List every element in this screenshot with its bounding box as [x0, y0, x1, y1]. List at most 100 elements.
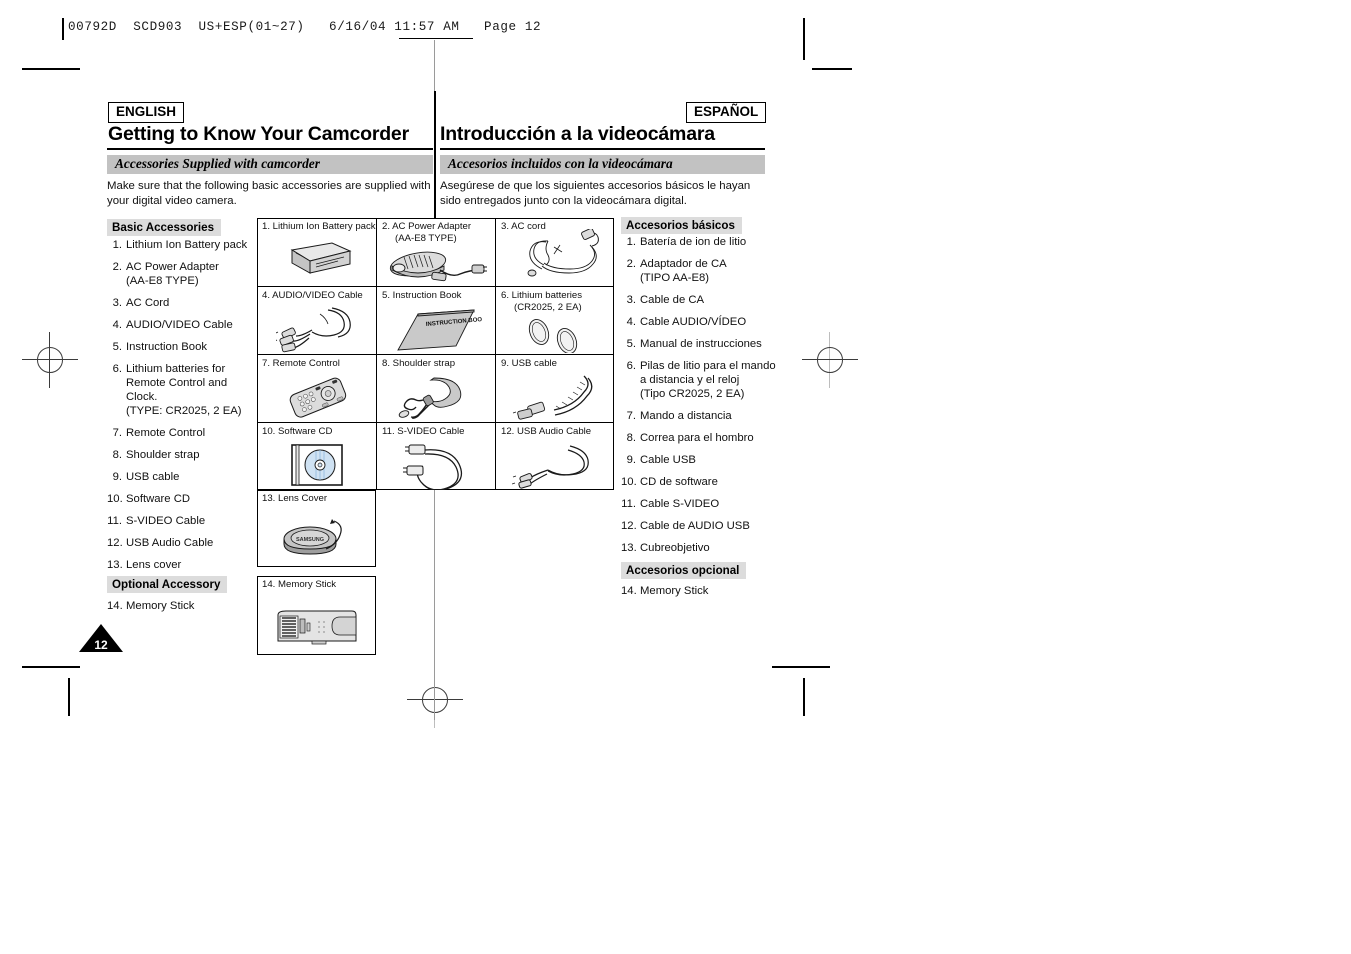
accessory-list-item: 1. Lithium Ion Battery pack [107, 238, 257, 252]
subhead-optional-accessory-english: Optional Accessory [107, 576, 228, 593]
ac-power-adapter-icon [377, 249, 495, 285]
coin-batteries-icon [496, 319, 614, 353]
grid-cell-remote-control: 7. Remote Control [257, 355, 376, 422]
accessory-item-number: 2. [626, 258, 636, 270]
accessory-item-sublabel: Remote Control and Clock. [126, 377, 228, 403]
accessory-list-item: 2. Adaptador de CA (TIPO AA-E8) [621, 257, 786, 285]
accessory-list-item: 12. Cable de AUDIO USB [621, 519, 786, 533]
usb-audio-cable-icon [496, 442, 614, 490]
grid-cell-coin-batteries: 6. Lithium batteries (CR2025, 2 EA) [496, 287, 614, 354]
accessory-list-item: 1. Batería de ion de litio [621, 235, 786, 249]
accessory-item-label: Adaptador de CA (TIPO AA-E8) [640, 257, 786, 285]
battery-pack-icon [257, 232, 376, 284]
accessory-item-number: 1. [112, 239, 122, 251]
grid-cell-instruction-book-caption: 5. Instruction Book [382, 290, 461, 302]
caption-line1: 5. Instruction Book [382, 290, 462, 301]
accessory-item-label: Cable de AUDIO USB [640, 520, 750, 532]
grid-cell-software-cd: 10. Software CD [257, 423, 376, 490]
accessory-item-label: Cable de CA [640, 294, 705, 306]
accessory-list-item: 8. Shoulder strap [107, 448, 257, 462]
accessory-item-label: USB cable [126, 471, 180, 483]
accessory-item-number: 14. [107, 600, 123, 612]
accessory-item-number: 1. [626, 236, 636, 248]
accessory-item-number: 8. [112, 449, 122, 461]
accessory-item-label: Lithium batteries for Remote Control and … [126, 362, 257, 418]
title-rule-english [107, 148, 433, 151]
accessory-list-item: 5. Manual de instrucciones [621, 337, 786, 351]
grid-cell-memory-stick: 14. Memory Stick [257, 576, 376, 655]
accessory-list-item: 7. Mando a distancia [621, 409, 786, 423]
accessory-list-item: 2. AC Power Adapter (AA-E8 TYPE) [107, 260, 257, 288]
accessory-list-item: 14. Memory Stick [621, 584, 786, 598]
accessory-item-label: USB Audio Cable [126, 537, 214, 549]
accessory-item-number: 7. [112, 427, 122, 439]
subhead-basic-accessories-spanish: Accesorios básicos [621, 217, 742, 234]
accessory-item-label: Mando a distancia [640, 410, 732, 422]
caption-line1: 7. Remote Control [262, 358, 340, 369]
grid-cell-battery-pack: 1. Lithium Ion Battery pack [257, 218, 376, 286]
grid-cell-usb-audio-cable: 12. USB Audio Cable [496, 423, 614, 490]
accessory-item-number: 14. [621, 585, 637, 597]
accessory-item-label: Cable S-VIDEO [640, 498, 720, 510]
accessory-item-number: 3. [626, 294, 636, 306]
accessory-item-label: Memory Stick [640, 585, 709, 597]
section-band-spanish: Accesorios incluidos con la videocámara [440, 155, 765, 174]
accessory-item-label: Batería de ion de litio [640, 236, 747, 248]
accessory-item-number: 8. [626, 432, 636, 444]
grid-cell-shoulder-strap: 8. Shoulder strap [377, 355, 495, 422]
optional-accessory-list-spanish: 14. Memory Stick [621, 584, 786, 606]
caption-line1: 14. Memory Stick [262, 579, 337, 590]
accessory-list-item: 10. Software CD [107, 492, 257, 506]
accessory-item-label: Pilas de litio para el mando a distancia … [640, 359, 786, 401]
accessory-item-number: 6. [112, 363, 122, 375]
grid-cell-av-cable-caption: 4. AUDIO/VIDEO Cable [262, 290, 363, 302]
accessory-list-item: 6. Pilas de litio para el mando a distanci… [621, 359, 786, 401]
caption-line1: 8. Shoulder strap [382, 358, 456, 369]
column-divider [434, 91, 436, 222]
accessory-item-sublabel: (TIPO AA-E8) [640, 272, 710, 284]
accessory-item-label: AC Cord [126, 297, 170, 309]
svideo-cable-icon [377, 440, 495, 490]
language-tag-english: ENGLISH [108, 102, 185, 124]
grid-cell-lens-cover: 13. Lens Cover SAMSUNG [257, 490, 376, 567]
accessory-item-number: 5. [112, 341, 122, 353]
ac-cord-icon [522, 229, 614, 285]
accessory-item-number: 9. [112, 471, 122, 483]
caption-line1: 12. USB Audio Cable [501, 426, 592, 437]
accessory-list-item: 14. Memory Stick [107, 599, 257, 613]
accessory-list-item: 9. USB cable [107, 470, 257, 484]
accessory-list-item: 4. Cable AUDIO/VÍDEO [621, 315, 786, 329]
accessory-item-label: AUDIO/VIDEO Cable [126, 319, 233, 331]
accessory-list-item: 13. Lens cover [107, 558, 257, 572]
caption-line1: 6. Lithium batteries [501, 290, 583, 301]
accessory-item-number: 12. [107, 537, 123, 549]
accessory-item-label: Cable AUDIO/VÍDEO [640, 316, 747, 328]
accessory-item-number: 2. [112, 261, 122, 273]
printed-page: 00792D SCD903 US+ESP(01~27) 6/16/04 11:5… [0, 0, 1351, 954]
accessory-item-number: 4. [112, 319, 122, 331]
accessory-item-sublabel: (Tipo CR2025, 2 EA) [640, 388, 745, 400]
grid-cell-ac-cord: 3. AC cord [496, 218, 614, 286]
grid-cell-software-cd-caption: 10. Software CD [262, 426, 332, 438]
accessory-item-sublabel: (AA-E8 TYPE) [126, 275, 199, 287]
accessory-item-label: S-VIDEO Cable [126, 515, 206, 527]
accessory-item-label: Memory Stick [126, 600, 195, 612]
accessory-item-label: Instruction Book [126, 341, 208, 353]
accessory-list-item: 7. Remote Control [107, 426, 257, 440]
shoulder-strap-icon [377, 372, 495, 422]
grid-cell-usb-cable: 9. USB cable [496, 355, 614, 422]
grid-cell-svideo-cable-caption: 11. S-VIDEO Cable [382, 426, 464, 438]
accessory-item-number: 10. [621, 476, 637, 488]
grid-cell-ac-power-adapter: 2. AC Power Adapter (AA-E8 TYPE) [377, 218, 495, 286]
software-cd-icon [257, 441, 376, 489]
grid-cell-lens-cover-caption: 13. Lens Cover [262, 493, 327, 505]
grid-cell-memory-stick-caption: 14. Memory Stick [262, 579, 336, 591]
chapter-title-spanish: Introducción a la videocámara [440, 123, 715, 145]
caption-line2: (AA-E8 TYPE) [395, 232, 457, 244]
av-cable-icon [257, 304, 376, 354]
accessory-list-item: 4. AUDIO/VIDEO Cable [107, 318, 257, 332]
grid-cell-shoulder-strap-caption: 8. Shoulder strap [382, 358, 455, 370]
accessory-item-number: 5. [626, 338, 636, 350]
accessory-list-item: 6. Lithium batteries for Remote Control an… [107, 362, 257, 418]
caption-line1: 1. Lithium Ion Battery pack [262, 221, 376, 232]
